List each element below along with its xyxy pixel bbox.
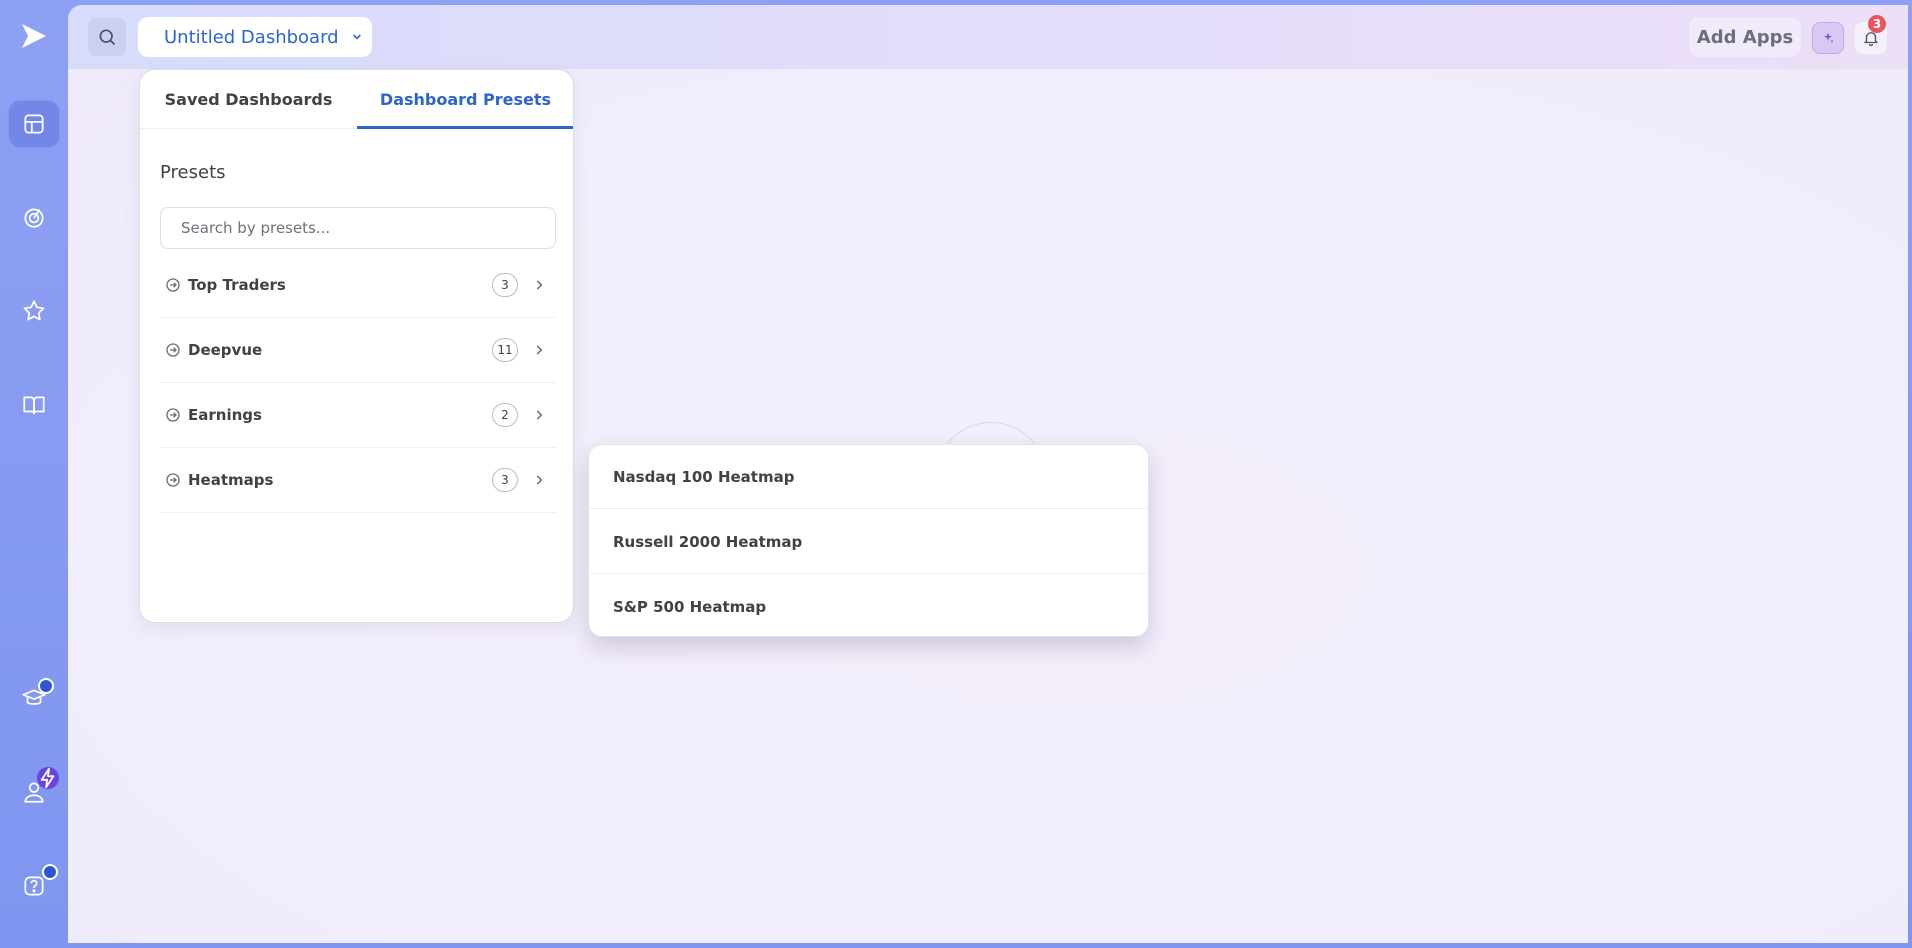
bolt-badge-icon	[37, 767, 59, 789]
notification-count-badge: 3	[1868, 15, 1886, 33]
sidebar-item-scanner[interactable]	[8, 193, 60, 241]
preset-label: Earnings	[188, 406, 262, 424]
chevron-right-icon	[536, 475, 543, 485]
dashboard-icon	[24, 114, 44, 134]
app-logo-icon[interactable]	[18, 20, 50, 52]
ai-assistant-button[interactable]	[1812, 22, 1844, 54]
preset-icon	[166, 408, 180, 422]
presets-section-title: Presets	[160, 162, 226, 183]
preset-count-badge: 11	[492, 338, 518, 362]
preset-count-badge: 3	[492, 273, 518, 297]
dashboard-selector[interactable]: Untitled Dashboard	[138, 17, 372, 57]
sidebar-item-watchlist[interactable]	[8, 287, 60, 335]
preset-count-badge: 2	[492, 403, 518, 427]
preset-label: Top Traders	[188, 276, 286, 294]
search-icon	[99, 29, 116, 46]
preset-icon	[166, 343, 180, 357]
preset-icon	[166, 473, 180, 487]
submenu-item-russell-2000-heatmap[interactable]: Russell 2000 Heatmap	[589, 510, 1148, 574]
preset-count-badge: 3	[492, 468, 518, 492]
sidebar	[0, 0, 68, 948]
book-icon	[23, 396, 45, 415]
target-icon	[24, 208, 44, 228]
preset-row-earnings[interactable]: Earnings 2	[160, 383, 556, 448]
chevron-down-icon	[352, 34, 361, 40]
sidebar-item-profile[interactable]	[8, 767, 60, 816]
sparkle-icon	[1824, 32, 1833, 43]
help-dot-badge	[42, 864, 58, 880]
submenu-item-nasdaq-100-heatmap[interactable]: Nasdaq 100 Heatmap	[589, 445, 1148, 509]
top-bar: Untitled Dashboard Add Apps 3	[68, 5, 1908, 69]
presets-search-input[interactable]	[160, 207, 556, 249]
preset-label: Deepvue	[188, 341, 263, 359]
sidebar-item-dashboards[interactable]	[8, 100, 60, 148]
star-icon	[23, 300, 45, 321]
sidebar-item-help[interactable]	[8, 862, 60, 910]
chevron-right-icon	[536, 280, 543, 290]
tab-dashboard-presets[interactable]: Dashboard Presets	[357, 70, 573, 129]
preset-row-top-traders[interactable]: Top Traders 3	[160, 253, 556, 318]
preset-row-heatmaps[interactable]: Heatmaps 3	[160, 448, 556, 513]
dashboard-dropdown-panel: Saved Dashboards Dashboard Presets Prese…	[139, 69, 574, 623]
panel-tabs: Saved Dashboards Dashboard Presets	[140, 70, 573, 129]
heatmaps-submenu: Nasdaq 100 Heatmap Russell 2000 Heatmap …	[588, 444, 1149, 637]
add-apps-button[interactable]: Add Apps	[1689, 17, 1801, 57]
sidebar-item-learn[interactable]	[8, 381, 60, 429]
preset-icon	[166, 278, 180, 292]
chevron-right-icon	[536, 410, 543, 420]
preset-row-deepvue[interactable]: Deepvue 11	[160, 318, 556, 383]
dashboard-title: Untitled Dashboard	[164, 26, 339, 48]
submenu-item-sp-500-heatmap[interactable]: S&P 500 Heatmap	[589, 575, 1148, 636]
search-button[interactable]	[88, 18, 126, 56]
tab-saved-dashboards[interactable]: Saved Dashboards	[140, 70, 357, 128]
education-dot-badge	[38, 678, 54, 694]
sidebar-item-education[interactable]	[8, 674, 60, 722]
chevron-right-icon	[536, 345, 543, 355]
preset-label: Heatmaps	[188, 471, 274, 489]
